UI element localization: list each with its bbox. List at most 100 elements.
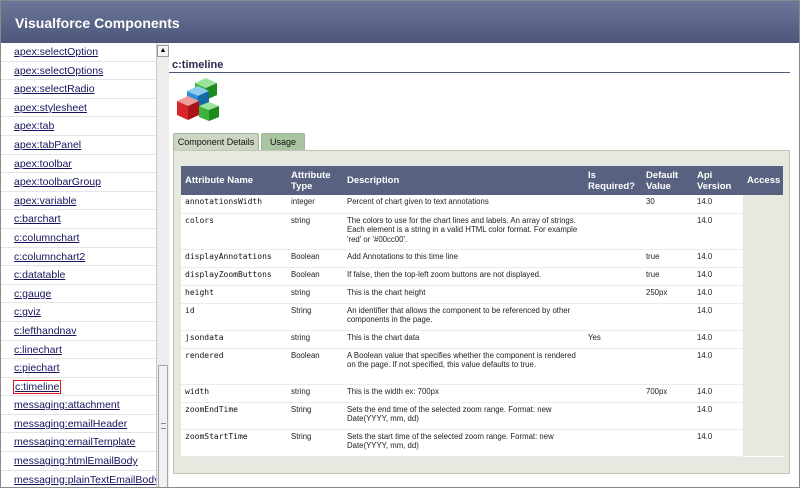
sidebar-item[interactable]: c:gauge bbox=[1, 285, 156, 304]
sidebar-item[interactable]: messaging:attachment bbox=[1, 396, 156, 415]
cell-required bbox=[584, 348, 642, 385]
cell-description: If false, then the top-left zoom buttons… bbox=[343, 267, 584, 286]
table-row: colors string The colors to use for the ch… bbox=[181, 213, 783, 250]
sidebar-item-label: c:columnchart bbox=[14, 231, 80, 244]
cell-api: 14.0 bbox=[693, 249, 743, 268]
sidebar-item[interactable]: apex:variable bbox=[1, 192, 156, 211]
sidebar-item-label: c:timeline bbox=[13, 379, 62, 394]
cell-description: This is the width ex: 700px bbox=[343, 384, 584, 403]
cubes-icon bbox=[177, 78, 219, 121]
cell-default: true bbox=[642, 267, 693, 286]
header-api-version: Api Version bbox=[693, 166, 743, 195]
sidebar-item-label: apex:variable bbox=[14, 194, 77, 207]
table-header-row: Attribute Name Attribute Type Descriptio… bbox=[181, 166, 783, 195]
cell-required bbox=[584, 384, 642, 403]
cell-api: 14.0 bbox=[693, 213, 743, 250]
table-row: annotationsWidth integer Percent of chart … bbox=[181, 195, 783, 214]
sidebar-item-label: c:barchart bbox=[14, 213, 61, 226]
sidebar-item-label: c:columnchart2 bbox=[14, 250, 86, 263]
cell-name: rendered bbox=[181, 348, 287, 385]
cell-default bbox=[642, 213, 693, 250]
attributes-table: Attribute Name Attribute Type Descriptio… bbox=[181, 166, 783, 457]
table-row: zoomEndTime String Sets the end time of th… bbox=[181, 402, 783, 430]
sidebar-item[interactable]: c:columnchart2 bbox=[1, 248, 156, 267]
sidebar-item[interactable]: apex:tabPanel bbox=[1, 136, 156, 155]
cell-description: The colors to use for the chart lines an… bbox=[343, 213, 584, 250]
scroll-up-icon[interactable]: ▲ bbox=[157, 45, 169, 57]
sidebar-item-label: c:piechart bbox=[14, 362, 60, 375]
cell-name: annotationsWidth bbox=[181, 195, 287, 214]
app-window: Visualforce Components apex:selectOption… bbox=[0, 0, 800, 488]
cell-name: zoomEndTime bbox=[181, 402, 287, 430]
sidebar-item[interactable]: apex:tab bbox=[1, 117, 156, 136]
sidebar-item[interactable]: c:gviz bbox=[1, 303, 156, 322]
sidebar-item[interactable]: apex:toolbar bbox=[1, 155, 156, 174]
cell-access bbox=[743, 303, 783, 330]
scroll-thumb[interactable] bbox=[158, 365, 168, 487]
sidebar-item-label: apex:selectOptions bbox=[14, 64, 104, 77]
cell-default bbox=[642, 303, 693, 331]
cell-api: 14.0 bbox=[693, 285, 743, 304]
sidebar-item[interactable]: messaging:emailTemplate bbox=[1, 433, 156, 453]
sidebar-item-label: apex:stylesheet bbox=[14, 101, 87, 114]
cell-type: integer bbox=[287, 195, 343, 214]
sidebar-item-label: messaging:plainTextEmailBody bbox=[14, 473, 156, 486]
app-title: Visualforce Components bbox=[1, 1, 799, 43]
sidebar-item-label: messaging:attachment bbox=[14, 399, 120, 412]
cell-type: string bbox=[287, 213, 343, 250]
cell-name: jsondata bbox=[181, 330, 287, 349]
sidebar-item[interactable]: messaging:htmlEmailBody bbox=[1, 452, 156, 471]
sidebar-item[interactable]: c:lefthandnav bbox=[1, 322, 156, 341]
header-attribute-name: Attribute Name bbox=[181, 166, 287, 195]
cell-default: 250px bbox=[642, 285, 693, 304]
sidebar-item[interactable]: c:timeline bbox=[1, 378, 156, 397]
table-row: displayAnnotations Boolean Add Annotations… bbox=[181, 249, 783, 268]
cell-api: 14.0 bbox=[693, 303, 743, 331]
scroll-grip-icon bbox=[161, 423, 166, 429]
sidebar-item[interactable]: c:piechart bbox=[1, 359, 156, 378]
cell-access bbox=[743, 330, 783, 348]
cell-access bbox=[743, 195, 783, 213]
sidebar-item[interactable]: c:datatable bbox=[1, 266, 156, 285]
sidebar-item[interactable]: apex:stylesheet bbox=[1, 99, 156, 118]
tab-component-details[interactable]: Component Details bbox=[173, 133, 259, 151]
page-title: c:timeline bbox=[172, 59, 224, 71]
sidebar-item[interactable]: apex:selectOption bbox=[1, 43, 156, 62]
sidebar-item[interactable]: messaging:emailHeader bbox=[1, 415, 156, 434]
table-row: rendered Boolean A Boolean value that spec… bbox=[181, 348, 783, 385]
table-row: jsondata string This is the chart data Yes 1… bbox=[181, 330, 783, 349]
cell-type: String bbox=[287, 402, 343, 430]
cell-name: id bbox=[181, 303, 287, 331]
sidebar-item[interactable]: apex:selectRadio bbox=[1, 80, 156, 99]
sidebar-item[interactable]: messaging:plainTextEmailBody bbox=[1, 471, 156, 487]
cell-api: 14.0 bbox=[693, 402, 743, 430]
cell-required bbox=[584, 249, 642, 268]
sidebar-item-label: apex:toolbar bbox=[14, 157, 72, 170]
cell-default: 700px bbox=[642, 384, 693, 403]
sidebar-item[interactable]: apex:toolbarGroup bbox=[1, 173, 156, 192]
sidebar-scrollbar[interactable]: ▲ bbox=[156, 43, 169, 487]
cell-required bbox=[584, 267, 642, 286]
sidebar-item[interactable]: c:barchart bbox=[1, 210, 156, 229]
cell-description: A Boolean value that specifies whether t… bbox=[343, 348, 584, 385]
sidebar-item-label: c:linechart bbox=[14, 343, 62, 356]
table-row: zoomStartTime String Sets the start time o… bbox=[181, 429, 783, 457]
cell-type: string bbox=[287, 285, 343, 304]
cell-access bbox=[743, 267, 783, 285]
sidebar-item[interactable]: apex:selectOptions bbox=[1, 62, 156, 81]
sidebar-item[interactable]: c:columnchart bbox=[1, 229, 156, 248]
cell-access bbox=[743, 249, 783, 267]
cell-type: String bbox=[287, 303, 343, 331]
cell-api: 14.0 bbox=[693, 384, 743, 403]
cell-required bbox=[584, 285, 642, 304]
sidebar-item[interactable]: c:linechart bbox=[1, 341, 156, 360]
sidebar-item-label: c:datatable bbox=[14, 269, 66, 282]
cell-required bbox=[584, 429, 642, 457]
sidebar-item-label: messaging:emailHeader bbox=[14, 417, 128, 430]
tab-usage[interactable]: Usage bbox=[261, 133, 305, 151]
cell-description: Percent of chart given to text annotatio… bbox=[343, 195, 584, 214]
cell-type: Boolean bbox=[287, 249, 343, 268]
cell-name: width bbox=[181, 384, 287, 403]
cell-api: 14.0 bbox=[693, 429, 743, 457]
cell-name: height bbox=[181, 285, 287, 304]
